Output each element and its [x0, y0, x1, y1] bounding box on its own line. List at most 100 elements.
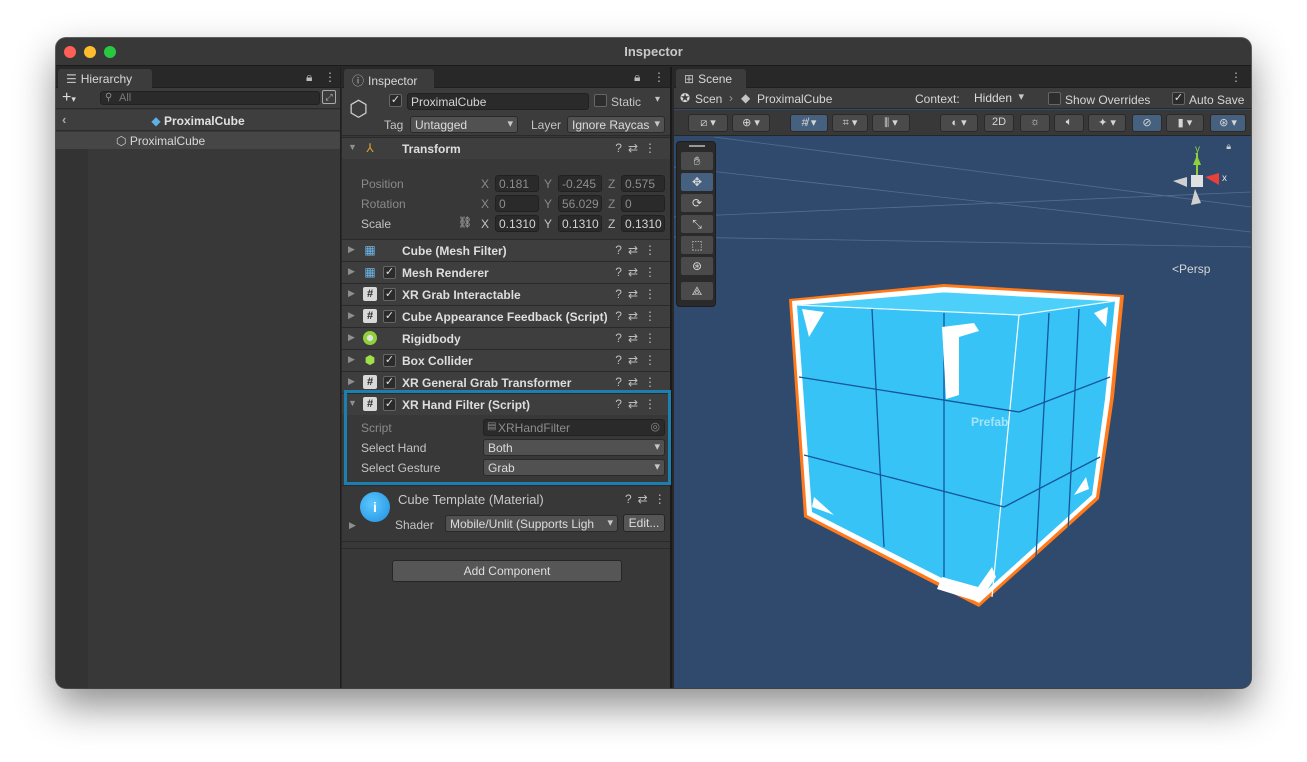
back-arrow-icon[interactable]: ‹ — [62, 112, 66, 127]
component-enabled-checkbox[interactable]: ✓ — [383, 288, 396, 301]
component-actions[interactable]: ?⇄⋮ — [615, 265, 662, 279]
kebab-menu-icon[interactable]: ⋮ — [653, 70, 665, 84]
2d-toggle-button[interactable]: 2D — [984, 114, 1014, 132]
effects-button[interactable]: ✦ ▾ — [1088, 114, 1126, 132]
collapse-arrow-icon[interactable]: ▼ — [348, 142, 357, 152]
script-field[interactable]: ▤ XRHandFilter ◎ — [483, 419, 665, 436]
select-gesture-dropdown[interactable]: Grab — [483, 459, 665, 476]
expand-arrow-icon[interactable]: ▶ — [348, 376, 355, 387]
component-actions[interactable]: ?⇄⋮ — [615, 397, 662, 411]
show-overrides-checkbox[interactable] — [1048, 92, 1061, 105]
component-xr-grab-interactable-header[interactable]: ▶ # ✓ XR Grab Interactable ?⇄⋮ — [342, 283, 670, 305]
position-z-field[interactable]: 0.575 — [621, 175, 665, 192]
position-y-field[interactable]: -0.245 — [558, 175, 602, 192]
hierarchy-search-input[interactable]: ⚲ All — [100, 91, 320, 105]
drag-handle-icon[interactable] — [689, 145, 705, 147]
component-enabled-checkbox[interactable]: ✓ — [383, 398, 396, 411]
component-xr-general-grab-transformer-header[interactable]: ▶ # ✓ XR General Grab Transformer ?⇄⋮ — [342, 371, 670, 393]
component-enabled-checkbox[interactable]: ✓ — [383, 354, 396, 367]
object-picker-icon[interactable]: ◎ — [650, 420, 660, 433]
draw-mode-button[interactable]: ⧄ ▾ — [688, 114, 728, 132]
lighting-toggle-icon[interactable]: ☼ — [1020, 114, 1050, 132]
add-component-button[interactable]: Add Component — [392, 560, 622, 582]
rotation-x-field[interactable]: 0 — [495, 195, 539, 212]
component-actions[interactable]: ?⇄⋮ — [615, 309, 662, 323]
lock-icon[interactable]: 🔒︎ — [634, 70, 640, 85]
move-tool-icon[interactable]: ✥ — [681, 173, 713, 191]
gizmos-button[interactable]: ⊛ ▾ — [1210, 114, 1246, 132]
component-actions[interactable]: ?⇄⋮ — [615, 353, 662, 367]
component-mesh-filter-header[interactable]: ▶ ▦ Cube (Mesh Filter) ?⇄⋮ — [342, 239, 670, 261]
camera-button[interactable]: ▮ ▾ — [1166, 114, 1204, 132]
rotate-tool-icon[interactable]: ⟳ — [681, 194, 713, 212]
component-actions[interactable]: ?⇄⋮ — [615, 331, 662, 345]
breadcrumb-scene[interactable]: Scen — [695, 92, 722, 106]
shader-dropdown[interactable]: Mobile/Unlit (Supports Ligh — [445, 515, 618, 532]
expand-arrow-icon[interactable]: ▶ — [348, 310, 355, 321]
increment-snap-button[interactable]: ⌗ ▾ — [832, 114, 868, 132]
expand-arrow-icon[interactable]: ▶ — [349, 520, 356, 531]
lock-icon[interactable]: 🔒︎ — [306, 70, 312, 85]
component-transform-header[interactable]: ▼ ⅄ Transform ?⇄⋮ — [342, 137, 670, 159]
rotation-y-field[interactable]: 56.029 — [558, 195, 602, 212]
component-xr-hand-filter-header[interactable]: ▼ # ✓ XR Hand Filter (Script) ?⇄⋮ — [342, 393, 670, 415]
expand-arrow-icon[interactable]: ▶ — [348, 354, 355, 365]
scale-x-field[interactable]: 0.1310 — [495, 215, 539, 232]
gizmo-lock-icon[interactable]: 🔒︎ — [1226, 141, 1231, 152]
component-actions[interactable]: ?⇄⋮ — [615, 243, 662, 257]
edit-shader-button[interactable]: Edit... — [623, 514, 665, 532]
tab-inspector[interactable]: ⓘ Inspector — [344, 69, 434, 88]
layer-dropdown[interactable]: Ignore Raycas — [567, 116, 665, 133]
component-rigidbody-header[interactable]: ▶ Rigidbody ?⇄⋮ — [342, 327, 670, 349]
kebab-menu-icon[interactable]: ⋮ — [324, 70, 336, 84]
breadcrumb-prefab[interactable]: ProximalCube — [757, 92, 832, 106]
shading-mode-button[interactable]: ◐ ▾ — [940, 114, 978, 132]
static-dropdown-icon[interactable]: ▾ — [655, 94, 660, 105]
auto-save-checkbox[interactable]: ✓ — [1172, 92, 1185, 105]
scene-visibility-icon[interactable]: ⊘ — [1132, 114, 1162, 132]
component-cube-appearance-feedback-header[interactable]: ▶ # ✓ Cube Appearance Feedback (Script) … — [342, 305, 670, 327]
material-actions[interactable]: ?⇄⋮ — [625, 492, 672, 506]
select-hand-dropdown[interactable]: Both — [483, 439, 665, 456]
component-enabled-checkbox[interactable]: ✓ — [383, 310, 396, 323]
custom-tool-icon[interactable]: ⟁ — [681, 282, 713, 300]
tab-hierarchy[interactable]: ☰ Hierarchy — [58, 69, 152, 88]
position-x-field[interactable]: 0.181 — [495, 175, 539, 192]
orientation-gizmo[interactable]: x y — [1161, 145, 1231, 215]
tab-scene[interactable]: ⊞ Scene — [676, 69, 746, 88]
component-enabled-checkbox[interactable]: ✓ — [383, 376, 396, 389]
global-local-button[interactable]: ⊕ ▾ — [732, 114, 770, 132]
kebab-menu-icon[interactable]: ⋮ — [1230, 70, 1242, 84]
rotation-z-field[interactable]: 0 — [621, 195, 665, 212]
hand-tool-icon[interactable]: ✋︎ — [681, 152, 713, 170]
grid-visibility-button[interactable]: ⫼ ▾ — [872, 114, 910, 132]
scale-y-field[interactable]: 0.1310 — [558, 215, 602, 232]
expand-arrow-icon[interactable]: ▶ — [348, 266, 355, 277]
component-actions[interactable]: ?⇄⋮ — [615, 287, 662, 301]
expand-arrow-icon[interactable]: ▶ — [348, 288, 355, 299]
context-dropdown[interactable]: Hidden — [970, 90, 1028, 107]
rect-tool-icon[interactable]: ⬚ — [681, 236, 713, 254]
audio-toggle-icon[interactable]: 🔈︎ — [1054, 114, 1084, 132]
create-plus-button[interactable]: +▾ — [62, 89, 76, 107]
scale-z-field[interactable]: 0.1310 — [621, 215, 665, 232]
component-actions[interactable]: ?⇄⋮ — [615, 375, 662, 389]
component-enabled-checkbox[interactable]: ✓ — [383, 266, 396, 279]
active-checkbox[interactable]: ✓ — [389, 94, 402, 107]
collapse-arrow-icon[interactable]: ▼ — [348, 398, 357, 408]
expand-arrow-icon[interactable]: ▶ — [348, 244, 355, 255]
constrain-proportions-icon[interactable]: ⛓ — [458, 216, 472, 229]
hierarchy-row-proximalcube[interactable]: ⬡ ProximalCube — [56, 132, 340, 149]
scene-visibility-icon[interactable]: ⤢ — [322, 90, 336, 104]
transform-tool-icon[interactable]: ⊛ — [681, 257, 713, 275]
static-checkbox[interactable] — [594, 94, 607, 107]
grid-snap-button[interactable]: #̸ ▾ — [790, 114, 828, 132]
expand-arrow-icon[interactable]: ▶ — [348, 332, 355, 343]
scene-viewport[interactable]: Prefab — [674, 137, 1251, 688]
object-name-field[interactable]: ProximalCube — [407, 93, 589, 110]
scale-tool-icon[interactable]: ⤡ — [681, 215, 713, 233]
tag-dropdown[interactable]: Untagged — [410, 116, 518, 133]
projection-toggle[interactable]: <Persp — [1172, 262, 1210, 276]
component-box-collider-header[interactable]: ▶ ⬢ ✓ Box Collider ?⇄⋮ — [342, 349, 670, 371]
component-actions[interactable]: ?⇄⋮ — [615, 141, 662, 155]
